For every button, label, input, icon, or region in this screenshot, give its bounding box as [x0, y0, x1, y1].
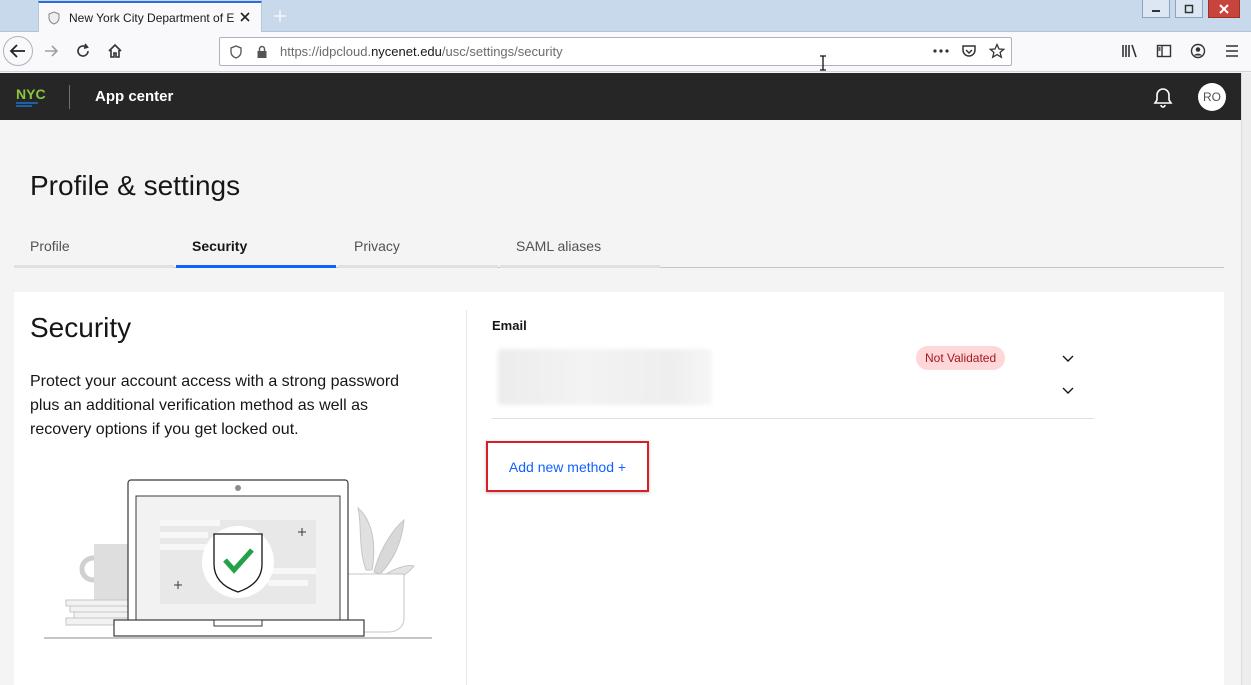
security-card: Security Protect your account access wit…	[14, 292, 1224, 685]
forward-arrow-icon[interactable]	[36, 36, 66, 66]
close-tab-icon[interactable]	[237, 9, 253, 25]
text-cursor-icon	[818, 55, 828, 71]
card-divider	[466, 310, 467, 685]
tab-security[interactable]: Security	[176, 230, 336, 268]
email-row-divider	[492, 418, 1094, 419]
maximize-window-icon[interactable]	[1175, 0, 1203, 18]
sidebar-toggle-icon[interactable]	[1155, 42, 1173, 60]
user-avatar[interactable]: RO	[1198, 83, 1226, 111]
url-host: nycenet.edu	[371, 44, 442, 59]
tab-privacy[interactable]: Privacy	[338, 230, 498, 268]
back-arrow-icon[interactable]	[3, 36, 33, 66]
reload-icon[interactable]	[68, 36, 98, 66]
tab-profile[interactable]: Profile	[14, 230, 174, 268]
library-icon[interactable]	[1121, 42, 1139, 60]
settings-tabs: Profile Security Privacy SAML aliases	[14, 230, 1224, 269]
browser-tab[interactable]: New York City Department of E	[38, 1, 262, 32]
app-title[interactable]: App center	[95, 88, 173, 105]
account-icon[interactable]	[1189, 42, 1207, 60]
laptop-shield-illustration	[44, 479, 432, 639]
add-method-highlight: Add new method +	[486, 441, 649, 492]
hamburger-menu-icon[interactable]	[1223, 42, 1241, 60]
browser-toolbar: https://idpcloud.nycenet.edu/usc/setting…	[0, 32, 1251, 72]
address-bar[interactable]: https://idpcloud.nycenet.edu/usc/setting…	[219, 37, 1012, 66]
bookmark-star-icon[interactable]	[989, 43, 1005, 59]
browser-tab-title: New York City Department of E	[69, 10, 234, 25]
pocket-icon[interactable]	[961, 43, 977, 59]
app-header: NYC App center RO	[0, 73, 1241, 120]
shield-favicon-icon	[47, 10, 61, 25]
url-text[interactable]: https://idpcloud.nycenet.edu/usc/setting…	[280, 44, 563, 59]
chevron-down-icon[interactable]	[1060, 382, 1076, 398]
page-title: Profile & settings	[30, 170, 241, 201]
nyc-logo-text: NYC	[16, 86, 46, 102]
redacted-email-value	[498, 349, 712, 405]
nyc-logo-icon[interactable]: NYC	[16, 85, 56, 114]
email-label: Email	[492, 318, 527, 333]
home-icon[interactable]	[100, 36, 130, 66]
tab-saml-aliases[interactable]: SAML aliases	[500, 230, 660, 268]
add-new-method-link[interactable]: Add new method +	[509, 459, 626, 475]
new-tab-icon[interactable]	[270, 6, 290, 26]
page-scrollbar[interactable]	[1241, 73, 1251, 685]
browser-tab-strip: New York City Department of E	[0, 0, 1251, 32]
security-description: Protect your account access with a stron…	[30, 373, 400, 438]
security-heading: Security	[30, 312, 132, 343]
status-badge: Not Validated	[916, 346, 1006, 370]
minimize-window-icon[interactable]	[1142, 0, 1170, 18]
url-path: /usc/settings/security	[441, 44, 563, 59]
padlock-icon[interactable]	[254, 44, 270, 60]
header-divider	[69, 85, 70, 109]
notifications-bell-icon[interactable]	[1152, 86, 1174, 108]
page-actions-menu-icon[interactable]	[933, 43, 949, 59]
url-scheme: https://idpcloud.	[280, 44, 372, 59]
chevron-down-icon[interactable]	[1060, 350, 1076, 366]
tracking-shield-icon[interactable]	[228, 44, 244, 60]
close-window-icon[interactable]	[1208, 0, 1240, 18]
